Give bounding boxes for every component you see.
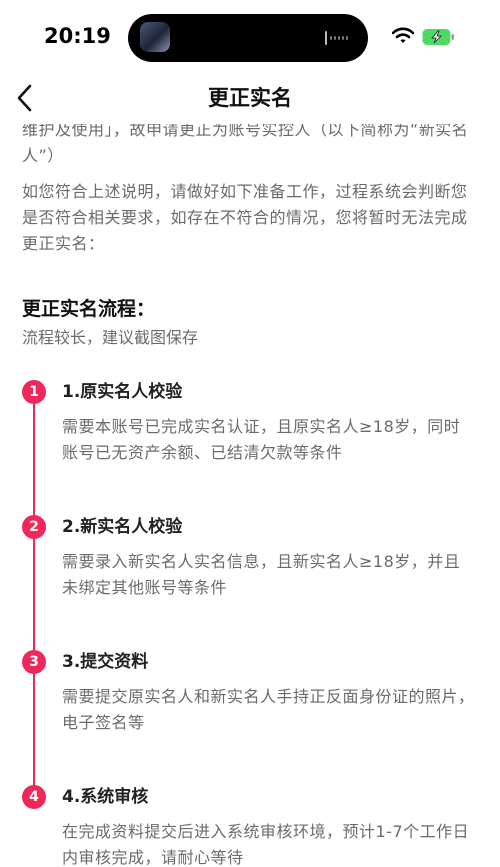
- step-title: 2.新实名人校验: [62, 517, 183, 537]
- step-description: 需要本账号已完成实名认证，且原实名人≥18岁，同时账号已无资产余额、已结清欠款等…: [62, 417, 461, 462]
- page-title: 更正实名: [208, 86, 292, 110]
- step-description: 在完成资料提交后进入系统审核环境，预计1-7个工作日内审核完成，请耐心等待: [62, 822, 470, 867]
- battery-charging-icon: [422, 29, 454, 45]
- process-title: 更正实名流程：: [22, 298, 156, 320]
- step-number-badge: 4: [22, 785, 46, 809]
- step-number-badge: 2: [22, 515, 46, 539]
- step-title: 3.提交资料: [62, 652, 149, 672]
- requirements-paragraph: 如您符合上述说明，请做好如下准备工作，过程系统会判断您是否符合相关要求，如存在不…: [22, 182, 468, 253]
- dynamic-island[interactable]: [128, 14, 368, 62]
- now-playing-artwork[interactable]: [140, 22, 170, 52]
- intro-paragraph: 维护及使用」，故申请更正为账号实控人（以下简称为“新实名人”）: [22, 124, 469, 165]
- step-number-badge: 3: [22, 650, 46, 674]
- step-description: 需要提交原实名人和新实名人手持正反面身份证的照片，电子签名等: [62, 687, 475, 732]
- navigation-bar: 更正实名: [0, 72, 500, 124]
- scroll-content[interactable]: 维护及使用」，故申请更正为账号实控人（以下简称为“新实名人”） 如您符合上述说明…: [0, 124, 500, 867]
- wifi-icon: [392, 27, 414, 43]
- step-number-badge: 1: [22, 380, 46, 404]
- step-title: 4.系统审核: [62, 787, 149, 807]
- audio-waveform-icon: [325, 31, 348, 45]
- status-bar: 20:19: [0, 0, 500, 72]
- step-description: 需要录入新实名人实名信息，且新实名人≥18岁，并且未绑定其他账号等条件: [62, 552, 461, 597]
- process-subtitle: 流程较长，建议截图保存: [22, 328, 199, 347]
- timeline-line: [33, 390, 35, 802]
- status-time: 20:19: [44, 24, 111, 48]
- step-title: 1.原实名人校验: [62, 382, 183, 402]
